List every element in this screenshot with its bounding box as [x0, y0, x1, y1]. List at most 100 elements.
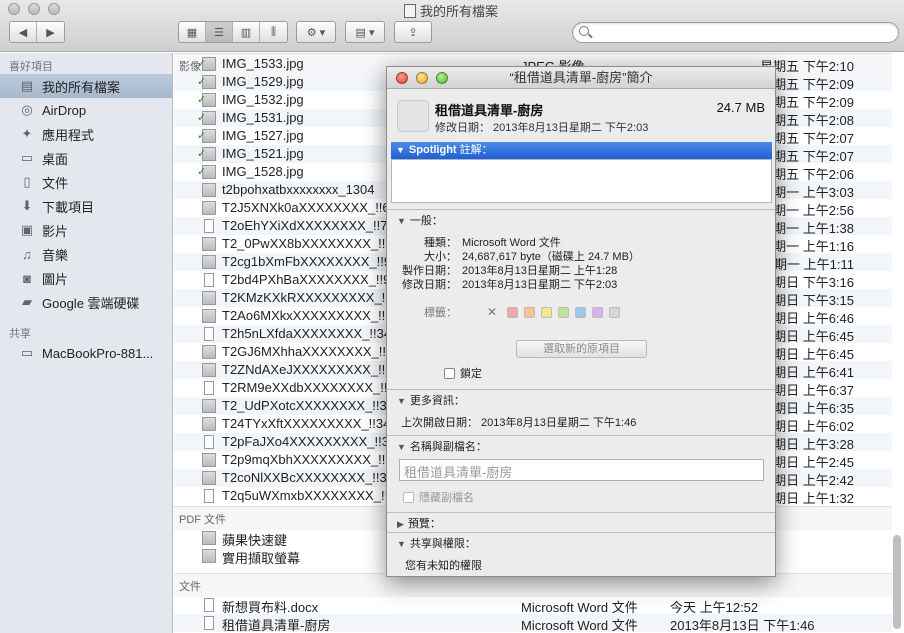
- search-input[interactable]: [572, 22, 899, 43]
- minimize-light[interactable]: [28, 3, 40, 15]
- sidebar-item[interactable]: ⬇ 下載項目: [0, 194, 172, 218]
- info-title: “租借道具清單-廚房”簡介: [509, 70, 653, 85]
- file-name-field[interactable]: 租借道具清單-廚房: [399, 459, 764, 481]
- file-name: T2cg1bXmFbXXXXXXXX_!!92: [222, 254, 399, 269]
- word-document-icon: [204, 598, 214, 612]
- image-file-icon: [204, 219, 214, 233]
- finder-toolbar: 我的所有檔案 ◀ ▶ ▦ ☰ ▥ ⫼ ⚙ ▾ ▤ ▾ ⇪: [0, 0, 904, 52]
- pdf-file-icon: [202, 531, 216, 545]
- sharing-section-header[interactable]: ▼ 共享與權限：: [397, 535, 476, 551]
- sidebar-item-label: 文件: [42, 175, 69, 191]
- disclosure-open-icon: ▼: [397, 539, 406, 549]
- tag-color-swatch[interactable]: [592, 306, 604, 318]
- locked-checkbox[interactable]: 鎖定: [444, 365, 482, 381]
- minimize-button[interactable]: [416, 72, 428, 84]
- image-file-icon: [202, 291, 216, 305]
- file-name: IMG_1527.jpg: [222, 128, 304, 143]
- spotlight-section-header[interactable]: ▼ Spotlight 註解：: [391, 142, 772, 159]
- image-file-icon: [197, 111, 216, 125]
- sidebar-item-label: 應用程式: [42, 127, 95, 143]
- disclosure-closed-icon: ▶: [397, 519, 404, 529]
- image-file-icon: [204, 381, 214, 395]
- name-ext-section-header[interactable]: ▼ 名稱與副檔名：: [397, 438, 487, 454]
- forward-arrow-icon[interactable]: ▶: [37, 22, 64, 42]
- last-opened-row: 上次開啟日期： 2013年8月13日星期二 下午1:46: [401, 417, 637, 429]
- image-file-icon: [197, 93, 216, 107]
- sidebar-item[interactable]: ♫ 音樂: [0, 242, 172, 266]
- image-file-icon: [202, 201, 216, 215]
- checkbox-icon[interactable]: [444, 368, 455, 379]
- sidebar-item[interactable]: ▭ 桌面: [0, 146, 172, 170]
- sidebar-item[interactable]: ▯ 文件: [0, 170, 172, 194]
- file-name: T2h5nLXfdaXXXXXXXX_!!345: [222, 326, 399, 341]
- remove-tag-icon[interactable]: ✕: [487, 305, 497, 319]
- sidebar-item-label: 音樂: [42, 247, 69, 263]
- info-title-bar: “租借道具清單-廚房”簡介: [387, 67, 775, 89]
- vertical-scrollbar[interactable]: [893, 535, 901, 629]
- file-name: T2oEhYXiXdXXXXXXXX_!!734: [222, 218, 402, 233]
- hide-extension-checkbox[interactable]: 隱藏副檔名: [403, 489, 474, 505]
- back-forward-control[interactable]: ◀ ▶: [9, 21, 65, 43]
- sidebar-item[interactable]: ▭ MacBookPro-881...: [0, 341, 172, 365]
- image-file-icon: [202, 345, 216, 359]
- preview-section-header[interactable]: ▶ 預覽：: [397, 515, 441, 531]
- select-original-button[interactable]: 選取新的原項目: [516, 340, 647, 358]
- checkbox-icon[interactable]: [403, 492, 414, 503]
- zoom-light[interactable]: [48, 3, 60, 15]
- arrange-button[interactable]: ▤ ▾: [345, 21, 385, 43]
- search-icon: [579, 26, 589, 36]
- file-date: 2013年8月13日 下午1:46: [670, 618, 815, 633]
- tag-picker[interactable]: ✕: [487, 305, 621, 319]
- zoom-button[interactable]: [436, 72, 448, 84]
- sidebar-item[interactable]: ▰ Google 雲端硬碟: [0, 290, 172, 314]
- image-file-icon: [197, 57, 216, 71]
- tag-color-swatch[interactable]: [524, 306, 536, 318]
- file-name: 實用擷取螢幕: [222, 551, 301, 566]
- sidebar-item[interactable]: ◙ 圖片: [0, 266, 172, 290]
- share-button[interactable]: ⇪: [394, 21, 432, 43]
- coverflow-view-icon[interactable]: ⫼: [260, 22, 287, 42]
- info-modified-summary: 修改日期： 2013年8月13日星期二 下午2:03: [435, 122, 649, 134]
- back-arrow-icon[interactable]: ◀: [10, 22, 37, 42]
- file-name: IMG_1529.jpg: [222, 74, 304, 89]
- info-file-size: 24.7 MB: [716, 100, 765, 115]
- sidebar-item[interactable]: ◎ AirDrop: [0, 98, 172, 122]
- file-row[interactable]: 租借道具清單-廚房 Microsoft Word 文件 2013年8月13日 下午1…: [174, 614, 892, 633]
- file-icon: [397, 100, 429, 132]
- file-name: T2GJ6MXhhaXXXXXXXX_!!34: [222, 344, 401, 359]
- close-button[interactable]: [396, 72, 408, 84]
- image-file-icon: [202, 471, 216, 485]
- tag-color-swatch[interactable]: [575, 306, 587, 318]
- airdrop-icon: ◎: [21, 102, 33, 117]
- info-panel: “租借道具清單-廚房”簡介 租借道具清單-廚房 24.7 MB 修改日期： 20…: [386, 66, 776, 577]
- image-file-icon: [204, 435, 214, 449]
- sidebar-item[interactable]: ▤ 我的所有檔案: [0, 74, 172, 98]
- spotlight-comments-field[interactable]: [391, 159, 772, 203]
- disclosure-open-icon: ▼: [397, 216, 406, 226]
- disclosure-open-icon: ▼: [396, 145, 405, 155]
- sidebar-item-label: 下載項目: [42, 199, 95, 215]
- list-view-icon[interactable]: ☰: [206, 22, 233, 42]
- tag-color-swatch[interactable]: [507, 306, 519, 318]
- divider: [387, 435, 775, 436]
- modified-row: 修改日期： 2013年8月13日星期二 下午2:03: [402, 279, 618, 291]
- tag-color-swatch[interactable]: [541, 306, 553, 318]
- file-row[interactable]: 新想買布料.docx Microsoft Word 文件 今天 上午12:52: [174, 596, 892, 615]
- general-section-header[interactable]: ▼ 一般：: [397, 212, 443, 228]
- close-light[interactable]: [8, 3, 20, 15]
- action-gear-button[interactable]: ⚙ ▾: [296, 21, 336, 43]
- column-view-icon[interactable]: ▥: [233, 22, 260, 42]
- file-name: T2KMzKXkRXXXXXXXXX_!!92: [222, 290, 404, 305]
- tag-color-swatch[interactable]: [558, 306, 570, 318]
- file-name: IMG_1533.jpg: [222, 56, 304, 71]
- icon-view-icon[interactable]: ▦: [179, 22, 206, 42]
- sidebar-item[interactable]: ✦ 應用程式: [0, 122, 172, 146]
- image-file-icon: [202, 183, 216, 197]
- desktop-icon: ▭: [20, 150, 34, 165]
- sidebar-item-label: 影片: [42, 223, 69, 239]
- tag-color-swatch[interactable]: [609, 306, 621, 318]
- view-mode-control[interactable]: ▦ ☰ ▥ ⫼: [178, 21, 288, 43]
- sidebar-item[interactable]: ▣ 影片: [0, 218, 172, 242]
- file-name: T2p9mqXbhXXXXXXXXX_!!33: [222, 452, 400, 467]
- more-info-section-header[interactable]: ▼ 更多資訊：: [397, 392, 465, 408]
